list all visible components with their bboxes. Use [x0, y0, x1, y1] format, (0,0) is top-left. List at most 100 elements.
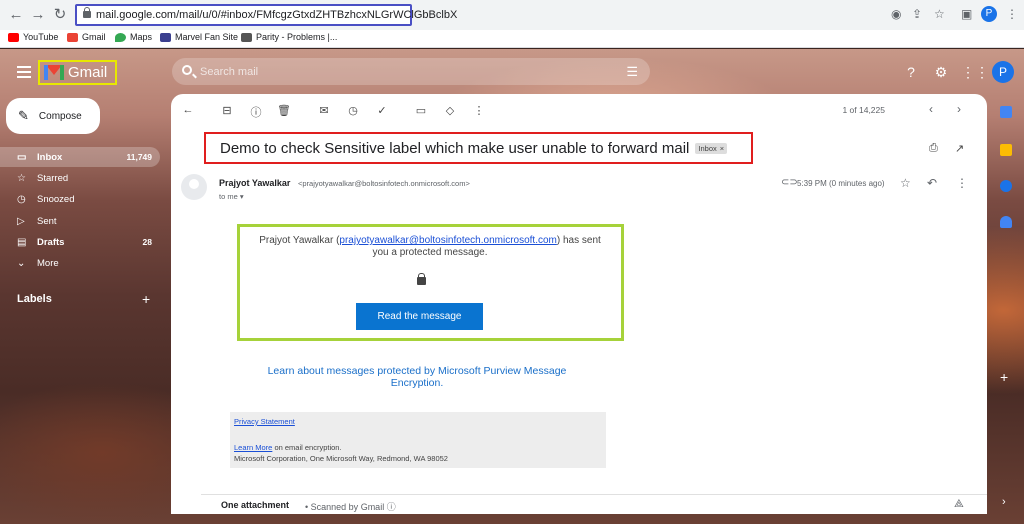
search-bar[interactable]: ☰: [172, 58, 650, 85]
keep-icon[interactable]: [1000, 144, 1012, 156]
email-timestamp: 5:39 PM (0 minutes ago): [797, 179, 885, 188]
more-vert-icon[interactable]: ⋮: [1006, 7, 1018, 21]
labels-heading: Labels: [17, 293, 52, 305]
bookmark-parity[interactable]: Parity - Problems |...: [241, 32, 337, 42]
forward-arrow-icon[interactable]: →: [28, 5, 48, 25]
pencil-icon: ✎: [18, 108, 29, 123]
gmail-m-icon: [44, 65, 64, 80]
pagination-text: 1 of 14,225: [842, 105, 885, 115]
sidebar-item-starred[interactable]: ☆ Starred: [0, 168, 160, 188]
move-to-icon[interactable]: ▭: [414, 104, 428, 117]
reply-icon[interactable]: ↶: [927, 176, 937, 190]
bookmark-star-icon[interactable]: ☆: [934, 7, 945, 21]
browser-toolbar: ← → ↻ mail.google.com/mail/u/0/#inbox/FM…: [0, 0, 1024, 30]
search-options-icon[interactable]: ☰: [626, 64, 638, 80]
delete-icon[interactable]: 🗑: [277, 104, 291, 117]
sidebar-item-drafts[interactable]: ▤ Drafts 28: [0, 232, 160, 252]
read-message-button[interactable]: Read the message: [356, 303, 483, 330]
scrollbar[interactable]: [979, 104, 985, 404]
address-bar[interactable]: mail.google.com/mail/u/0/#inbox/FMfcgzGt…: [75, 4, 457, 26]
main-menu-icon[interactable]: [17, 66, 31, 78]
bookmark-youtube[interactable]: YouTube: [8, 32, 58, 42]
inbox-label-chip[interactable]: Inbox ×: [695, 142, 728, 154]
more-actions-icon[interactable]: ⋮: [472, 104, 486, 117]
apps-grid-icon[interactable]: ⋮⋮: [961, 64, 989, 81]
search-input[interactable]: [200, 63, 600, 80]
bookmark-marvel[interactable]: Marvel Fan Site: [160, 32, 238, 42]
add-to-drive-icon[interactable]: ⟁: [954, 498, 964, 511]
eye-icon[interactable]: ◉: [891, 7, 901, 21]
privacy-statement-link[interactable]: Privacy Statement: [234, 417, 295, 426]
add-label-icon[interactable]: +: [142, 291, 150, 307]
learn-more-link[interactable]: Learn More: [234, 443, 272, 452]
sidebar-item-inbox[interactable]: ▭ Inbox 11,749: [0, 147, 160, 167]
parity-icon: [241, 32, 252, 42]
recipient-details[interactable]: to me ▾: [219, 192, 244, 201]
sidebar-item-sent[interactable]: ▷ Sent: [0, 211, 160, 231]
tasks-icon[interactable]: [1000, 180, 1012, 192]
side-panel-icon[interactable]: ▣: [961, 7, 972, 21]
sidebar-item-more[interactable]: ⌄ More: [0, 253, 160, 273]
bookmark-gmail[interactable]: Gmail: [67, 32, 106, 42]
protected-message-highlight: Prajyot Yawalkar (prajyotyawalkar@boltos…: [237, 224, 624, 341]
side-panel-apps: + ›: [992, 94, 1020, 514]
sidebar-item-snoozed[interactable]: ◷ Snoozed: [0, 189, 160, 209]
contacts-icon[interactable]: [1000, 216, 1012, 228]
attachment-clip-icon: ⊂⊃: [781, 177, 798, 188]
reload-icon[interactable]: ↻: [50, 5, 70, 25]
archive-icon[interactable]: ⊟: [220, 104, 234, 117]
chevron-down-icon: ⌄: [17, 257, 26, 269]
add-task-icon[interactable]: ✓: [375, 104, 389, 117]
report-spam-icon[interactable]: ⓘ: [249, 104, 263, 120]
help-icon[interactable]: ?: [902, 64, 920, 80]
share-icon[interactable]: ⇪: [912, 7, 922, 21]
sender-avatar: [181, 174, 207, 200]
draft-icon: ▤: [17, 236, 27, 248]
get-addons-icon[interactable]: +: [1000, 369, 1008, 385]
expand-panel-icon[interactable]: ›: [1002, 496, 1006, 508]
older-chevron-icon[interactable]: ›: [957, 102, 961, 116]
print-icon[interactable]: ⎙: [929, 142, 938, 155]
back-arrow-icon[interactable]: ←: [6, 5, 26, 25]
url-text: mail.google.com/mail/u/0/#inbox/FMfcgzGt…: [96, 9, 458, 21]
browser-profile-avatar[interactable]: P: [981, 6, 997, 22]
label-icon[interactable]: ◇: [443, 104, 457, 117]
newer-chevron-icon[interactable]: ‹: [929, 102, 933, 116]
subject-highlight: Demo to check Sensitive label which make…: [204, 132, 753, 164]
lock-icon: [83, 7, 91, 18]
message-panel: ← ⊟ ⓘ 🗑 ✉ ◷ ✓ ▭ ◇ ⋮ 1 of 14,225 ‹ › Demo…: [171, 94, 987, 514]
compose-button[interactable]: ✎ Compose: [6, 98, 100, 134]
back-to-inbox-icon[interactable]: ←: [181, 104, 195, 116]
marvel-icon: [160, 32, 171, 42]
microsoft-address: Microsoft Corporation, One Microsoft Way…: [234, 454, 448, 463]
star-icon: ☆: [17, 172, 26, 184]
learn-encryption-link[interactable]: Learn about messages protected by Micros…: [261, 365, 573, 389]
sender-name: Prajyot Yawalkar: [219, 178, 291, 188]
maps-pin-icon: [115, 32, 126, 42]
remove-label-icon[interactable]: ×: [720, 144, 724, 153]
mark-unread-icon[interactable]: ✉: [317, 104, 331, 117]
email-footer: Privacy Statement Learn More on email en…: [230, 412, 606, 468]
star-message-icon[interactable]: ☆: [900, 176, 911, 190]
learn-more-line: Learn More on email encryption.: [234, 443, 342, 452]
bookmark-maps[interactable]: Maps: [115, 32, 152, 42]
gmail-logo[interactable]: Gmail: [38, 60, 117, 85]
email-subject: Demo to check Sensitive label which make…: [220, 139, 690, 157]
open-new-window-icon[interactable]: ↗: [955, 142, 964, 155]
inbox-icon: ▭: [17, 151, 27, 163]
bookmarks-bar: YouTube Gmail Maps Marvel Fan Site Parit…: [0, 30, 1024, 48]
protected-message-text: Prajyot Yawalkar (prajyotyawalkar@boltos…: [259, 235, 601, 258]
search-icon[interactable]: [182, 65, 192, 75]
calendar-icon[interactable]: [1000, 106, 1012, 118]
account-avatar[interactable]: P: [992, 61, 1014, 83]
gmail-icon: [67, 32, 78, 42]
sender-email-link[interactable]: prajyotyawalkar@boltosinfotech.onmicroso…: [339, 235, 556, 246]
settings-gear-icon[interactable]: ⚙: [932, 64, 950, 81]
scanned-by-gmail: • Scanned by Gmail ⓘ: [305, 502, 396, 512]
attachments-divider: [201, 494, 987, 495]
lock-icon: [417, 273, 426, 285]
youtube-icon: [8, 32, 19, 42]
send-icon: ▷: [17, 215, 25, 227]
snooze-icon[interactable]: ◷: [346, 104, 360, 117]
message-more-icon[interactable]: ⋮: [956, 176, 968, 190]
